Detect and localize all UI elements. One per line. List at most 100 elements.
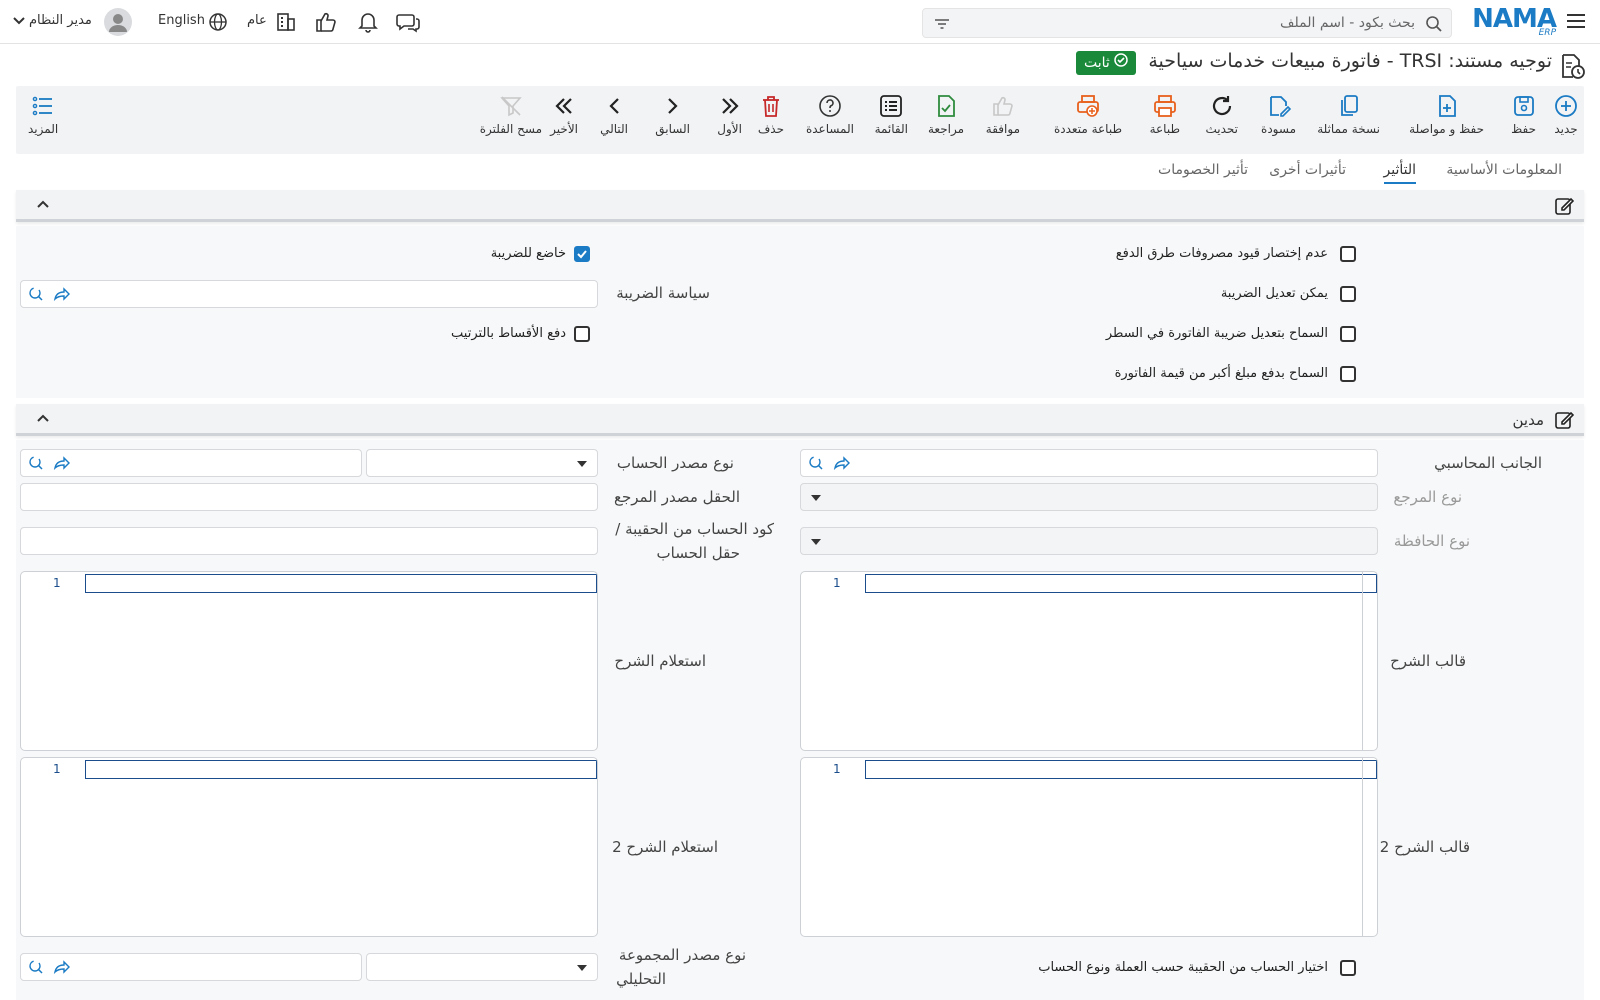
edit-icon[interactable] [1554, 410, 1575, 434]
tax-policy-field[interactable] [20, 280, 598, 308]
multi-print-button[interactable]: طباعة متعددة [1054, 94, 1122, 136]
portfolio-type-label: نوع الحافظة [1393, 532, 1470, 550]
language-globe-icon[interactable] [204, 12, 228, 34]
pay-installments-checkbox[interactable] [574, 326, 590, 342]
clear-filter-button[interactable]: مسح الفلترة [480, 94, 542, 136]
global-search[interactable]: بحث بكود - اسم الملف [922, 8, 1452, 38]
filter-off-icon [480, 94, 542, 118]
new-button[interactable]: جديد [1554, 94, 1578, 136]
analytic-group-source-select[interactable] [366, 953, 598, 981]
description-template-editor[interactable]: 1 [800, 571, 1378, 751]
chevrons-right-icon [717, 94, 742, 118]
current-line-highlight [865, 760, 1377, 779]
language-switch[interactable]: English [158, 13, 205, 28]
search-refresh-icon[interactable] [27, 286, 45, 306]
portfolio-type-select[interactable] [800, 527, 1378, 555]
line-number: 1 [833, 576, 841, 590]
share-arrow-icon[interactable] [53, 286, 71, 306]
chevron-down-icon[interactable] [12, 15, 26, 31]
chevrons-left-icon [550, 94, 578, 118]
search-refresh-icon[interactable] [807, 455, 825, 475]
account-code-from-bag-label-line1: كود الحساب من الحقيبة / [615, 520, 774, 538]
refresh-button[interactable]: تحديث [1205, 94, 1238, 136]
share-arrow-icon[interactable] [53, 959, 71, 979]
reference-type-label: نوع المرجع [1393, 488, 1462, 506]
caret-down-icon [811, 495, 821, 501]
section-header-general[interactable] [16, 190, 1584, 222]
reference-source-field-input[interactable] [20, 483, 598, 511]
no-shorten-payment-checkbox[interactable] [1340, 246, 1356, 262]
delete-button[interactable]: حذف [758, 94, 784, 136]
choose-account-from-bag-label: اختيار الحساب من الحقيبة حسب العملة ونوع… [1038, 960, 1328, 975]
edit-icon[interactable] [1554, 196, 1575, 220]
print-button[interactable]: طباعة [1150, 94, 1180, 136]
account-source-lookup-field[interactable] [20, 449, 362, 477]
description-template-2-editor[interactable]: 1 [800, 757, 1378, 937]
reference-type-select[interactable] [800, 483, 1378, 511]
editor-ruler [1362, 758, 1363, 936]
chat-icon[interactable] [396, 11, 420, 33]
save-and-continue-button[interactable]: حفظ و مواصلة [1409, 94, 1484, 136]
approvals-thumbs-up-icon[interactable] [314, 11, 338, 33]
approve-button[interactable]: موافقة [986, 94, 1020, 136]
draft-button[interactable]: مسودة [1261, 94, 1296, 136]
allow-overpay-checkbox[interactable] [1340, 366, 1356, 382]
review-button[interactable]: مراجعة [928, 94, 964, 136]
can-edit-tax-label: يمكن تعديل الضريبة [1220, 286, 1328, 301]
account-source-type-select[interactable] [366, 449, 598, 477]
list-more-icon [28, 94, 58, 118]
subject-to-tax-checkbox[interactable] [574, 246, 590, 262]
description-query-editor[interactable]: 1 [20, 571, 598, 751]
duplicate-button[interactable]: نسخة مماثلة [1317, 94, 1380, 136]
tab-effect[interactable]: التأثير [1383, 162, 1416, 184]
list-button[interactable]: القائمة [875, 94, 908, 136]
chevron-up-icon[interactable] [36, 412, 50, 428]
chevron-up-icon[interactable] [36, 198, 50, 214]
search-refresh-icon[interactable] [27, 455, 45, 475]
can-edit-tax-checkbox[interactable] [1340, 286, 1356, 302]
check-circle-icon [1114, 53, 1128, 73]
hamburger-menu-icon[interactable] [1566, 10, 1586, 32]
search-refresh-icon[interactable] [27, 959, 45, 979]
search-input[interactable]: بحث بكود - اسم الملف [1280, 15, 1415, 31]
status-badge: ثابت [1076, 51, 1136, 75]
share-arrow-icon[interactable] [833, 455, 851, 475]
nama-erp-logo[interactable]: NAMA ERP [1472, 4, 1557, 38]
company-label[interactable]: عام [247, 13, 267, 28]
refresh-icon [1205, 94, 1238, 118]
analytic-group-lookup-field[interactable] [20, 953, 362, 981]
share-arrow-icon[interactable] [53, 455, 71, 475]
previous-record-button[interactable]: السابق [655, 94, 690, 136]
user-name[interactable]: مدير النظام [29, 13, 92, 28]
tab-other-effects[interactable]: تأثيرات أخرى [1269, 162, 1346, 178]
description-query-2-editor[interactable]: 1 [20, 757, 598, 937]
company-building-icon[interactable] [273, 11, 297, 33]
tab-discounts-effect[interactable]: تأثير الخصومات [1158, 162, 1248, 178]
allow-line-tax-edit-checkbox[interactable] [1340, 326, 1356, 342]
save-button[interactable]: حفظ [1511, 94, 1536, 136]
next-record-button[interactable]: التالي [600, 94, 628, 136]
no-shorten-payment-label: عدم إختصار قيود مصروفات طرق الدفع [1115, 246, 1328, 261]
action-toolbar: جديد حفظ حفظ و مواصلة نسخة مماثلة مسودة … [16, 86, 1584, 154]
account-code-from-bag-input[interactable] [20, 527, 598, 555]
first-record-button[interactable]: الأول [717, 94, 742, 136]
tab-basic-info[interactable]: المعلومات الأساسية [1446, 162, 1562, 178]
last-record-button[interactable]: الأخير [550, 94, 578, 136]
trash-icon [758, 94, 784, 118]
more-button[interactable]: المزيد [28, 94, 58, 136]
plus-circle-icon [1554, 94, 1578, 118]
section-header-debit[interactable]: مدين [16, 404, 1584, 436]
filter-icon[interactable] [933, 15, 951, 37]
accounting-side-field[interactable] [800, 449, 1378, 477]
user-avatar-icon[interactable] [104, 8, 132, 40]
choose-account-from-bag-checkbox[interactable] [1340, 960, 1356, 976]
caret-down-icon [577, 965, 587, 971]
description-template-2-label: قالب الشرح 2 [1379, 838, 1470, 856]
notifications-bell-icon[interactable] [356, 11, 380, 33]
checkmark-icon [577, 250, 587, 259]
current-line-highlight [865, 574, 1377, 593]
help-button[interactable]: المساعدة [806, 94, 854, 136]
chevron-right-icon [655, 94, 690, 118]
current-line-highlight [85, 760, 597, 779]
printer-icon [1150, 94, 1180, 118]
